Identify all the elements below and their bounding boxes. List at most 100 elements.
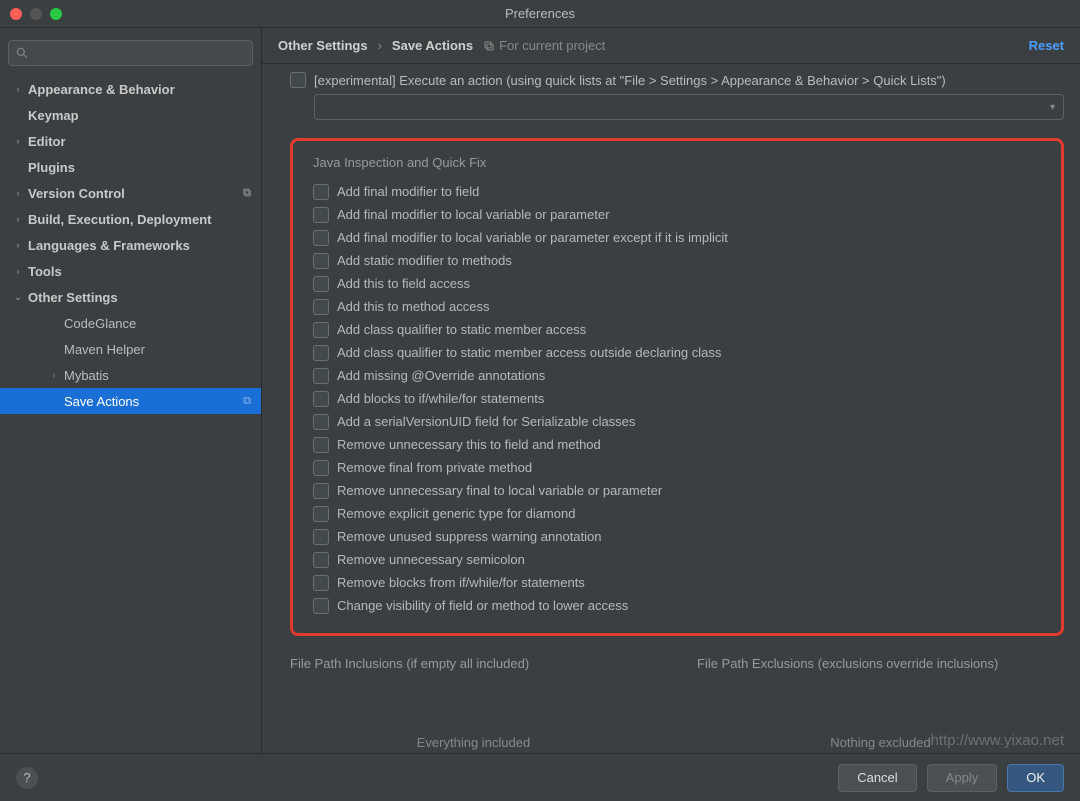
tree-item-label: Mybatis xyxy=(64,368,109,383)
option-label: Add this to field access xyxy=(337,276,470,291)
option-row: Add class qualifier to static member acc… xyxy=(313,341,1041,364)
option-label: Remove blocks from if/while/for statemen… xyxy=(337,575,585,590)
tree-item-label: CodeGlance xyxy=(64,316,136,331)
option-checkbox[interactable] xyxy=(313,253,329,269)
option-checkbox[interactable] xyxy=(313,276,329,292)
close-window-button[interactable] xyxy=(10,8,22,20)
inclusions-title: File Path Inclusions (if empty all inclu… xyxy=(290,656,657,671)
option-checkbox[interactable] xyxy=(313,414,329,430)
tree-item-plugins[interactable]: Plugins xyxy=(0,154,261,180)
chevron-down-icon: ▾ xyxy=(1050,102,1055,113)
quicklist-dropdown[interactable]: ▾ xyxy=(314,94,1064,120)
window-title: Preferences xyxy=(505,6,575,21)
option-checkbox[interactable] xyxy=(313,483,329,499)
option-label: Add static modifier to methods xyxy=(337,253,512,268)
copy-icon xyxy=(483,40,495,52)
ok-button[interactable]: OK xyxy=(1007,764,1064,792)
option-checkbox[interactable] xyxy=(313,575,329,591)
tree-item-maven-helper[interactable]: Maven Helper xyxy=(0,336,261,362)
option-row: Add a serialVersionUID field for Seriali… xyxy=(313,410,1041,433)
option-label: Remove final from private method xyxy=(337,460,532,475)
help-button[interactable]: ? xyxy=(16,767,38,789)
tree-item-appearance-behavior[interactable]: › Appearance & Behavior xyxy=(0,76,261,102)
window-controls xyxy=(0,8,62,20)
tree-item-mybatis[interactable]: › Mybatis xyxy=(0,362,261,388)
breadcrumb-separator: › xyxy=(378,38,382,53)
maximize-window-button[interactable] xyxy=(50,8,62,20)
tree-item-label: Languages & Frameworks xyxy=(28,238,190,253)
tree-item-tools[interactable]: ›Tools xyxy=(0,258,261,284)
breadcrumb-parent[interactable]: Other Settings xyxy=(278,38,368,53)
option-checkbox[interactable] xyxy=(313,184,329,200)
option-checkbox[interactable] xyxy=(313,345,329,361)
search-box[interactable] xyxy=(8,40,253,66)
option-checkbox[interactable] xyxy=(313,368,329,384)
cancel-button[interactable]: Cancel xyxy=(838,764,916,792)
option-label: Remove unnecessary semicolon xyxy=(337,552,525,567)
chevron-icon: › xyxy=(12,214,24,224)
breadcrumb-bar: Other Settings › Save Actions For curren… xyxy=(262,28,1080,64)
tree-item-keymap[interactable]: Keymap xyxy=(0,102,261,128)
option-checkbox[interactable] xyxy=(313,598,329,614)
experimental-checkbox[interactable] xyxy=(290,72,306,88)
tree-item-label: Other Settings xyxy=(28,290,118,305)
option-label: Add class qualifier to static member acc… xyxy=(337,322,586,337)
tree-item-version-control[interactable]: ›Version Control⧉ xyxy=(0,180,261,206)
option-row: Remove unnecessary semicolon xyxy=(313,548,1041,571)
option-checkbox[interactable] xyxy=(313,391,329,407)
option-label: Remove unnecessary final to local variab… xyxy=(337,483,662,498)
option-row: Remove unused suppress warning annotatio… xyxy=(313,525,1041,548)
option-checkbox[interactable] xyxy=(313,207,329,223)
for-current-project: For current project xyxy=(483,38,605,53)
option-label: Remove unused suppress warning annotatio… xyxy=(337,529,602,544)
tree-item-save-actions[interactable]: Save Actions ⧉ xyxy=(0,388,261,414)
tree-item-languages-frameworks[interactable]: ›Languages & Frameworks xyxy=(0,232,261,258)
java-inspection-group: Java Inspection and Quick Fix Add final … xyxy=(290,138,1064,636)
option-checkbox[interactable] xyxy=(313,437,329,453)
option-checkbox[interactable] xyxy=(313,230,329,246)
option-row: Remove final from private method xyxy=(313,456,1041,479)
breadcrumb-current: Save Actions xyxy=(392,38,473,53)
option-label: Add blocks to if/while/for statements xyxy=(337,391,544,406)
option-label: Add final modifier to local variable or … xyxy=(337,207,609,222)
exclusions-empty: Nothing excluded xyxy=(697,735,1064,750)
option-checkbox[interactable] xyxy=(313,552,329,568)
option-checkbox[interactable] xyxy=(313,322,329,338)
minimize-window-button[interactable] xyxy=(30,8,42,20)
option-label: Change visibility of field or method to … xyxy=(337,598,628,613)
option-checkbox[interactable] xyxy=(313,506,329,522)
option-label: Remove explicit generic type for diamond xyxy=(337,506,575,521)
option-row: Add this to method access xyxy=(313,295,1041,318)
settings-tree: › Appearance & Behavior Keymap›Editor Plugi… xyxy=(0,76,261,753)
experimental-row: [experimental] Execute an action (using … xyxy=(290,72,1064,88)
search-icon xyxy=(15,46,29,60)
option-row: Remove blocks from if/while/for statemen… xyxy=(313,571,1041,594)
exclusions-column: File Path Exclusions (exclusions overrid… xyxy=(697,656,1064,750)
option-checkbox[interactable] xyxy=(313,529,329,545)
tree-item-editor[interactable]: ›Editor xyxy=(0,128,261,154)
option-row: Add this to field access xyxy=(313,272,1041,295)
chevron-icon: › xyxy=(48,370,60,380)
group-title: Java Inspection and Quick Fix xyxy=(313,155,1041,170)
tree-item-label: Save Actions xyxy=(64,394,139,409)
option-row: Add missing @Override annotations xyxy=(313,364,1041,387)
tree-item-label: Appearance & Behavior xyxy=(28,82,175,97)
chevron-icon: › xyxy=(12,84,24,94)
tree-item-codeglance[interactable]: CodeGlance xyxy=(0,310,261,336)
option-checkbox[interactable] xyxy=(313,460,329,476)
option-checkbox[interactable] xyxy=(313,299,329,315)
project-icon: ⧉ xyxy=(243,395,251,408)
content-area: [experimental] Execute an action (using … xyxy=(262,64,1080,753)
tree-item-other-settings[interactable]: ⌄Other Settings xyxy=(0,284,261,310)
search-input[interactable] xyxy=(33,46,246,61)
option-label: Add class qualifier to static member acc… xyxy=(337,345,721,360)
reset-link[interactable]: Reset xyxy=(1029,38,1064,53)
apply-button[interactable]: Apply xyxy=(927,764,998,792)
tree-item-label: Version Control xyxy=(28,186,125,201)
inclusions-empty: Everything included xyxy=(290,735,657,750)
tree-item-build-execution-deployment[interactable]: ›Build, Execution, Deployment xyxy=(0,206,261,232)
option-row: Add final modifier to local variable or … xyxy=(313,203,1041,226)
tree-item-label: Plugins xyxy=(28,160,75,175)
chevron-icon: › xyxy=(12,266,24,276)
option-row: Add class qualifier to static member acc… xyxy=(313,318,1041,341)
